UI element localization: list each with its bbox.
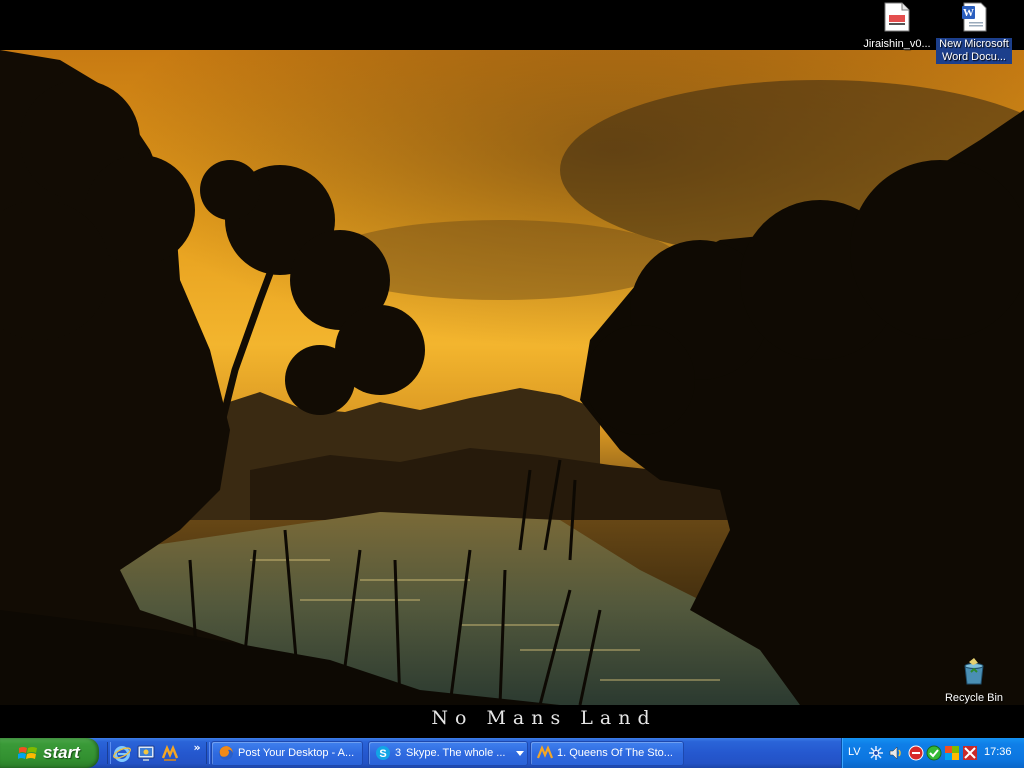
recycle-bin-icon <box>964 658 984 685</box>
desktop-icon-label: New Microsoft Word Docu... <box>936 38 1012 64</box>
start-label: start <box>43 743 80 762</box>
desktop-icon-label: Jiraishin_v0... <box>863 38 931 50</box>
quick-launch-chevron[interactable]: » <box>188 741 206 765</box>
language-indicator[interactable]: LV <box>848 746 861 758</box>
task-button-skype[interactable]: S 3 Skype. The whole ... <box>368 741 528 766</box>
start-button[interactable]: start <box>0 738 99 768</box>
firefox-icon <box>219 746 233 760</box>
taskbar: start » Post Your Desktop - A... S 3 Sky… <box>0 738 1024 768</box>
winamp-icon[interactable] <box>161 744 179 762</box>
desktop-icon-recycle-bin[interactable]: Recycle Bin <box>936 656 1012 705</box>
svg-text:S: S <box>379 748 386 760</box>
task-button-firefox[interactable]: Post Your Desktop - A... <box>211 741 363 766</box>
connection-icon[interactable] <box>926 745 942 761</box>
task-label: 1. Queens Of The Sto... <box>557 747 673 759</box>
wallpaper-image <box>0 50 1024 705</box>
desktop-icon-label: Recycle Bin <box>944 692 1004 704</box>
internet-explorer-icon[interactable] <box>113 744 131 762</box>
task-label: Skype. The whole ... <box>406 747 506 759</box>
desktop-icon-jiraishin[interactable]: Jiraishin_v0... <box>859 2 935 51</box>
wallpaper-caption: No Mans Land <box>431 707 657 729</box>
network-icon[interactable] <box>868 745 884 761</box>
svg-text:W: W <box>963 7 974 19</box>
desktop[interactable]: No Mans Land Jiraishin_v0... W New Micro… <box>0 0 1024 738</box>
quick-launch-separator <box>107 742 111 764</box>
task-group-count: 3 <box>395 747 402 759</box>
clock[interactable]: 17:36 <box>984 746 1012 758</box>
chevron-down-icon[interactable] <box>516 751 524 756</box>
task-label: Post Your Desktop - A... <box>238 747 355 759</box>
display-icon[interactable] <box>962 745 978 761</box>
skype-icon: S <box>376 746 390 760</box>
document-file-icon <box>884 2 910 32</box>
system-tray: LV 17:36 <box>841 738 1024 768</box>
desktop-icon-word-document[interactable]: W New Microsoft Word Docu... <box>936 2 1012 64</box>
audio-icon[interactable] <box>888 745 904 761</box>
winamp-icon <box>537 745 553 759</box>
security-icon[interactable] <box>944 745 960 761</box>
show-desktop-icon[interactable] <box>137 744 155 762</box>
antivirus-icon[interactable] <box>908 745 924 761</box>
windows-logo-icon <box>18 747 37 759</box>
task-button-winamp[interactable]: 1. Queens Of The Sto... <box>530 741 684 766</box>
tasks-separator <box>206 742 210 764</box>
word-document-icon: W <box>962 2 987 32</box>
